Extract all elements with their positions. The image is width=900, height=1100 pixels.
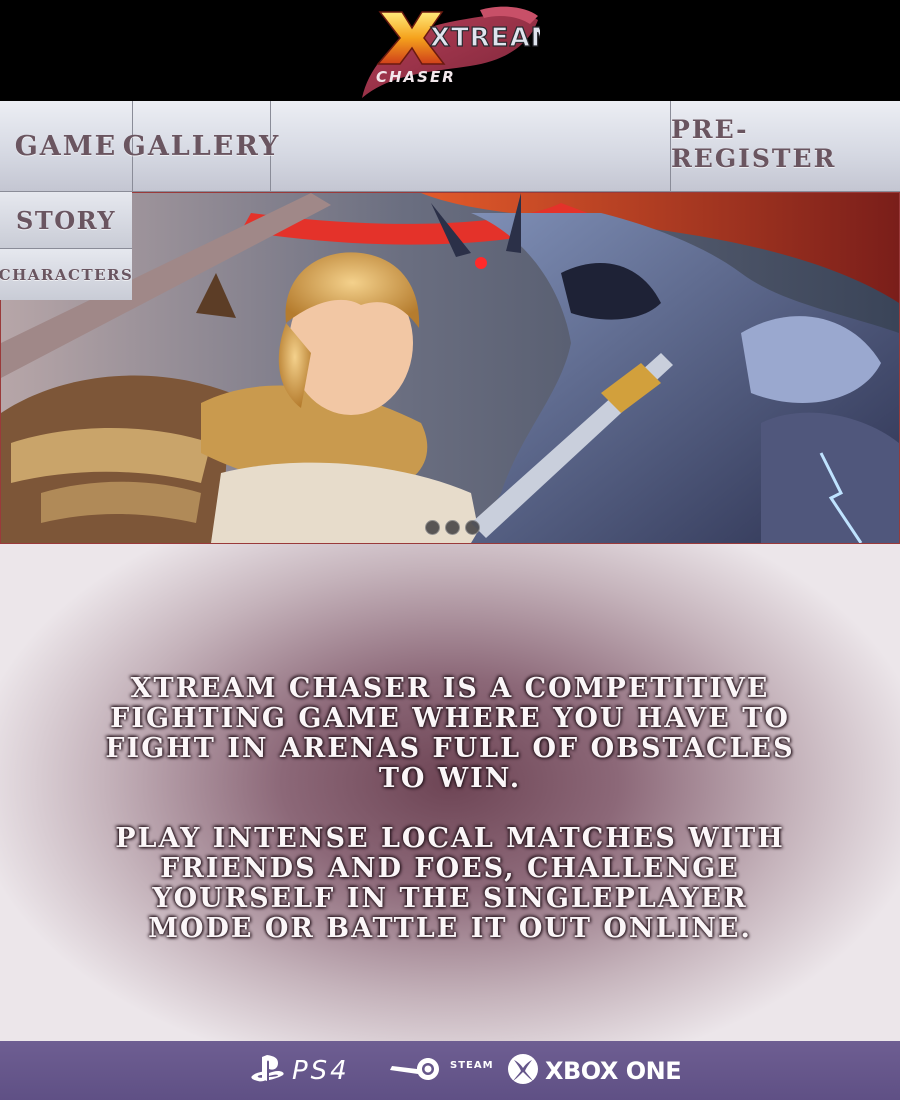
main-nav: GAME GALLERY PRE-REGISTER	[0, 101, 900, 192]
nav-item-game[interactable]: GAME	[0, 101, 133, 191]
platform-ps4[interactable]: PS4	[250, 1041, 350, 1100]
platform-steam-label: STEAM	[450, 1060, 494, 1071]
carousel-dot[interactable]	[425, 520, 440, 535]
platform-steam[interactable]: STEAM	[388, 1041, 494, 1100]
hero-carousel[interactable]	[0, 192, 900, 544]
nav-dropdown-menu: STORY CHARACTERS	[0, 192, 132, 300]
xbox-icon	[507, 1053, 539, 1089]
site-header: XTREAM CHASER	[0, 0, 900, 101]
svg-text:XTREAM: XTREAM	[430, 23, 540, 53]
platform-ps4-label: PS4	[292, 1055, 350, 1086]
platform-xbox-one[interactable]: XBOX ONE	[507, 1041, 682, 1100]
platform-xbox-label: XBOX ONE	[545, 1056, 682, 1085]
dropdown-item-characters[interactable]: CHARACTERS	[0, 249, 132, 300]
nav-item-gallery[interactable]: GALLERY	[123, 101, 278, 191]
platforms-footer: PS4 STEAM XBOX ONE	[0, 1041, 900, 1100]
nav-spacer	[271, 101, 671, 191]
carousel-dots	[425, 520, 480, 535]
description-copy: XTREAM CHASER IS A COMPETITIVE FIGHTING …	[100, 674, 800, 974]
game-description-section: XTREAM CHASER IS A COMPETITIVE FIGHTING …	[0, 544, 900, 1041]
dropdown-item-story[interactable]: STORY	[0, 192, 132, 249]
playstation-icon	[250, 1054, 284, 1087]
description-paragraph: PLAY INTENSE LOCAL MATCHES WITH FRIENDS …	[115, 823, 785, 944]
xtream-chaser-logo[interactable]: XTREAM CHASER	[360, 2, 557, 100]
svg-text:CHASER: CHASER	[376, 68, 456, 86]
nav-item-pre-register[interactable]: PRE-REGISTER	[671, 101, 900, 191]
fighters-clash-illustration	[1, 193, 899, 543]
steam-icon	[388, 1056, 448, 1086]
description-paragraph: XTREAM CHASER IS A COMPETITIVE FIGHTING …	[105, 673, 795, 794]
carousel-dot[interactable]	[445, 520, 460, 535]
carousel-dot[interactable]	[465, 520, 480, 535]
